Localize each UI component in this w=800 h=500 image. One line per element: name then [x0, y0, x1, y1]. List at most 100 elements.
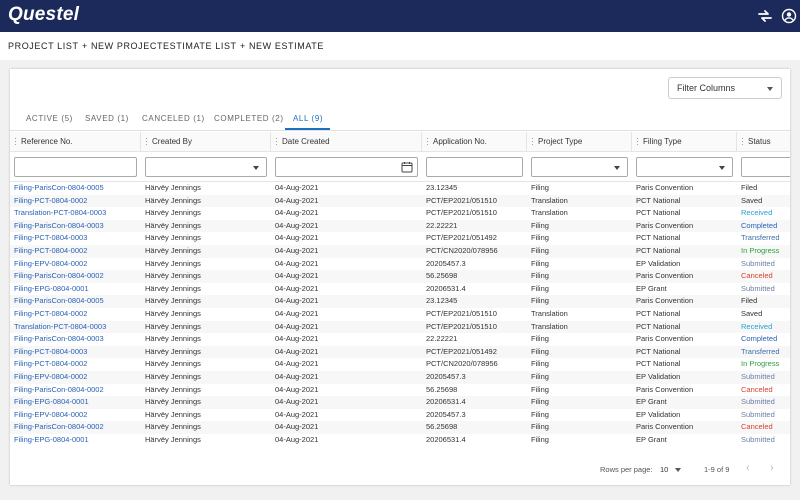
table-row[interactable]: Filing-PCT-0804-0002Härvëy Jennings04-Au…	[10, 358, 790, 371]
prev-page-icon[interactable]: ‹	[746, 462, 750, 474]
cell-created-by: Härvëy Jennings	[141, 434, 271, 447]
col-header-project-type[interactable]: Project Type	[527, 132, 632, 152]
account-icon[interactable]	[781, 8, 797, 24]
cell-reference[interactable]: Translation-PCT-0804-0003	[10, 207, 141, 220]
table-row[interactable]: Translation-PCT-0804-0003Härvëy Jennings…	[10, 207, 790, 220]
app-logo[interactable]: Questel	[8, 4, 79, 26]
chevron-down-icon[interactable]	[675, 468, 681, 472]
cell-reference[interactable]: Filing-EPV-0804-0002	[10, 409, 141, 422]
nav-new-estimate[interactable]: + NEW ESTIMATE	[240, 41, 324, 51]
table-row[interactable]: Filing-EPG-0804-0001Härvëy Jennings04-Au…	[10, 396, 790, 409]
drag-handle-icon[interactable]	[741, 137, 744, 145]
table-row[interactable]: Translation-PCT-0804-0003Härvëy Jennings…	[10, 321, 790, 334]
cell-status: Received	[737, 207, 790, 220]
col-header-created-by[interactable]: Created By	[141, 132, 271, 152]
cell-application-no: 23.12345	[422, 295, 527, 308]
cell-reference[interactable]: Filing-EPG-0804-0001	[10, 434, 141, 447]
cell-reference[interactable]: Filing-PCT-0804-0003	[10, 232, 141, 245]
cell-reference[interactable]: Filing-EPG-0804-0001	[10, 283, 141, 296]
cell-project-type: Filing	[527, 346, 632, 359]
table-row[interactable]: Filing-ParisCon-0804-0002Härvëy Jennings…	[10, 421, 790, 434]
drag-handle-icon[interactable]	[636, 137, 639, 145]
cell-application-no: 20205457.3	[422, 409, 527, 422]
cell-reference[interactable]: Filing-ParisCon-0804-0005	[10, 182, 141, 195]
cell-application-no: 20206531.4	[422, 434, 527, 447]
cell-reference[interactable]: Filing-ParisCon-0804-0003	[10, 220, 141, 233]
table-row[interactable]: Filing-ParisCon-0804-0005Härvëy Jennings…	[10, 295, 790, 308]
cell-created-by: Härvëy Jennings	[141, 384, 271, 397]
table-row[interactable]: Filing-EPV-0804-0002Härvëy Jennings04-Au…	[10, 258, 790, 271]
cell-date-created: 04-Aug-2021	[271, 371, 422, 384]
nav-project-list[interactable]: PROJECT LIST	[8, 41, 79, 51]
cell-status: Submitted	[737, 258, 790, 271]
table-row[interactable]: Filing-ParisCon-0804-0002Härvëy Jennings…	[10, 384, 790, 397]
cell-filing-type: PCT National	[632, 245, 737, 258]
drag-handle-icon[interactable]	[531, 137, 534, 145]
table-row[interactable]: Filing-PCT-0804-0003Härvëy Jennings04-Au…	[10, 346, 790, 359]
table-row[interactable]: Filing-PCT-0804-0002Härvëy Jennings04-Au…	[10, 245, 790, 258]
cell-reference[interactable]: Filing-EPV-0804-0002	[10, 371, 141, 384]
table-row[interactable]: Filing-EPV-0804-0002Härvëy Jennings04-Au…	[10, 409, 790, 422]
filter-status-select[interactable]	[741, 157, 790, 177]
cell-application-no: 22.22221	[422, 220, 527, 233]
cell-reference[interactable]: Filing-PCT-0804-0002	[10, 195, 141, 208]
cell-status: Saved	[737, 195, 790, 208]
filter-reference-input[interactable]	[14, 157, 137, 177]
next-page-icon[interactable]: ›	[770, 462, 774, 474]
col-header-status[interactable]: Status	[737, 132, 790, 152]
cell-reference[interactable]: Filing-PCT-0804-0003	[10, 346, 141, 359]
filter-filing-type-select[interactable]	[636, 157, 733, 177]
drag-handle-icon[interactable]	[14, 137, 17, 145]
col-header-date-created[interactable]: Date Created	[271, 132, 422, 152]
cell-reference[interactable]: Translation-PCT-0804-0003	[10, 321, 141, 334]
col-header-filing-type[interactable]: Filing Type	[632, 132, 737, 152]
filter-created-by-select[interactable]	[145, 157, 267, 177]
cell-reference[interactable]: Filing-EPG-0804-0001	[10, 396, 141, 409]
table-row[interactable]: Filing-EPG-0804-0001Härvëy Jennings04-Au…	[10, 283, 790, 296]
calendar-icon[interactable]	[401, 161, 413, 173]
tab-canceled[interactable]: CANCELED (1)	[142, 114, 205, 123]
drag-handle-icon[interactable]	[275, 137, 278, 145]
filter-project-type-select[interactable]	[531, 157, 628, 177]
cell-reference[interactable]: Filing-ParisCon-0804-0002	[10, 270, 141, 283]
table-row[interactable]: Filing-EPG-0804-0001Härvëy Jennings04-Au…	[10, 434, 790, 447]
tab-completed[interactable]: COMPLETED (2)	[214, 114, 284, 123]
cell-created-by: Härvëy Jennings	[141, 358, 271, 371]
tab-active[interactable]: ACTIVE (5)	[26, 114, 73, 123]
cell-application-no: 56.25698	[422, 270, 527, 283]
transfer-icon[interactable]	[757, 8, 773, 24]
col-header-application-no[interactable]: Application No.	[422, 132, 527, 152]
rows-per-page-select[interactable]: 10	[660, 465, 668, 474]
filter-application-input[interactable]	[426, 157, 523, 177]
cell-reference[interactable]: Filing-ParisCon-0804-0005	[10, 295, 141, 308]
cell-reference[interactable]: Filing-ParisCon-0804-0003	[10, 333, 141, 346]
cell-reference[interactable]: Filing-PCT-0804-0002	[10, 358, 141, 371]
table-row[interactable]: Filing-PCT-0804-0003Härvëy Jennings04-Au…	[10, 232, 790, 245]
tab-all[interactable]: ALL (9)	[293, 114, 323, 123]
table-row[interactable]: Filing-PCT-0804-0002Härvëy Jennings04-Au…	[10, 195, 790, 208]
cell-reference[interactable]: Filing-EPV-0804-0002	[10, 258, 141, 271]
table-row[interactable]: Filing-ParisCon-0804-0005Härvëy Jennings…	[10, 182, 790, 195]
cell-status: Received	[737, 321, 790, 334]
cell-application-no: PCT/EP2021/051510	[422, 321, 527, 334]
table-row[interactable]: Filing-ParisCon-0804-0003Härvëy Jennings…	[10, 333, 790, 346]
cell-reference[interactable]: Filing-ParisCon-0804-0002	[10, 421, 141, 434]
cell-project-type: Filing	[527, 409, 632, 422]
filter-date-input[interactable]	[275, 157, 418, 177]
table-row[interactable]: Filing-EPV-0804-0002Härvëy Jennings04-Au…	[10, 371, 790, 384]
nav-new-project[interactable]: + NEW PROJECT	[82, 41, 163, 51]
table-row[interactable]: Filing-ParisCon-0804-0002Härvëy Jennings…	[10, 270, 790, 283]
table-row[interactable]: Filing-ParisCon-0804-0003Härvëy Jennings…	[10, 220, 790, 233]
cell-reference[interactable]: Filing-ParisCon-0804-0002	[10, 384, 141, 397]
col-header-reference[interactable]: Reference No.	[10, 132, 141, 152]
filter-columns-button[interactable]: Filter Columns	[668, 77, 782, 99]
cell-reference[interactable]: Filing-PCT-0804-0002	[10, 245, 141, 258]
cell-filing-type: Paris Convention	[632, 295, 737, 308]
cell-created-by: Härvëy Jennings	[141, 308, 271, 321]
drag-handle-icon[interactable]	[145, 137, 148, 145]
nav-estimate-list[interactable]: ESTIMATE LIST	[163, 41, 237, 51]
tab-saved[interactable]: SAVED (1)	[85, 114, 129, 123]
table-row[interactable]: Filing-PCT-0804-0002Härvëy Jennings04-Au…	[10, 308, 790, 321]
drag-handle-icon[interactable]	[426, 137, 429, 145]
cell-reference[interactable]: Filing-PCT-0804-0002	[10, 308, 141, 321]
